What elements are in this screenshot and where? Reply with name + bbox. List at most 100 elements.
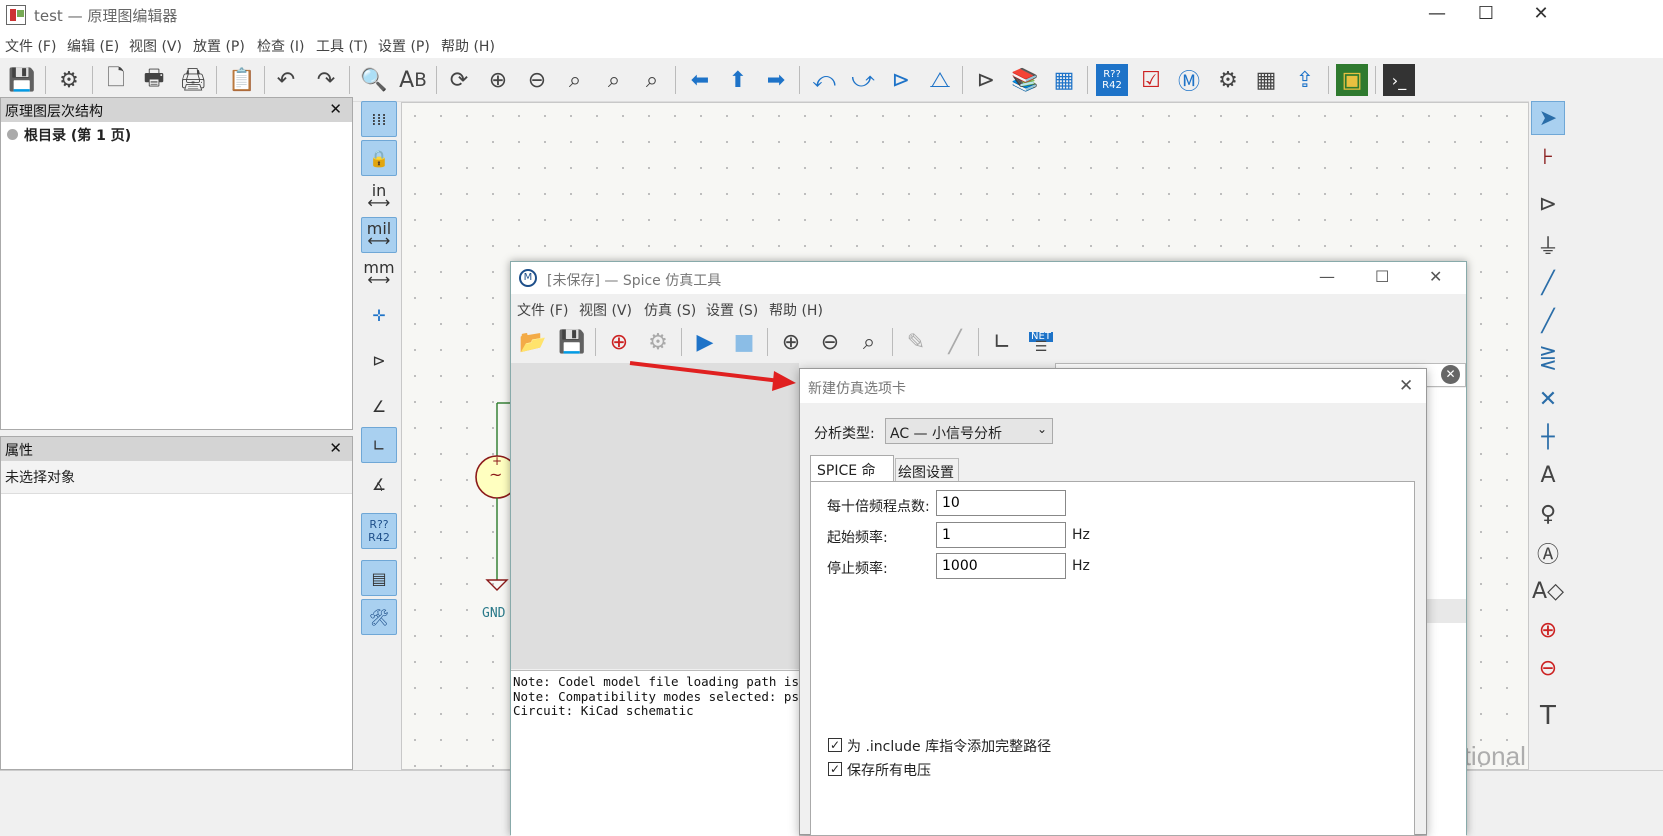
add-bus-icon[interactable]: ╱: [1531, 304, 1565, 338]
properties-close-icon[interactable]: ✕: [329, 439, 342, 457]
tab-plot-settings[interactable]: 绘图设置: [895, 458, 959, 482]
navigate-forward-icon[interactable]: ➡: [760, 64, 792, 96]
highlight-net-icon[interactable]: ⊦: [1531, 140, 1565, 174]
save-icon[interactable]: 💾: [6, 64, 38, 96]
add-label-icon[interactable]: A: [1531, 458, 1565, 492]
spice-zoom-out-icon[interactable]: ⊖: [814, 326, 846, 358]
undo-icon[interactable]: ↶: [270, 64, 302, 96]
grid-toggle-icon[interactable]: ⁞⁞⁞: [361, 101, 397, 137]
close-button[interactable]: ✕: [1513, 0, 1569, 30]
add-text-icon[interactable]: T: [1531, 699, 1565, 733]
assign-footprints-icon[interactable]: ⚙: [1212, 64, 1244, 96]
mirror-v-icon[interactable]: ⊳: [885, 64, 917, 96]
menu-help[interactable]: 帮助 (H): [441, 36, 495, 56]
netlist-icon[interactable]: NET ☰: [1025, 326, 1057, 358]
page-settings-icon[interactable]: 🗋: [100, 64, 132, 96]
schematic-setup-icon[interactable]: ⚙: [53, 64, 85, 96]
units-inch-button[interactable]: in ⟷: [361, 179, 397, 215]
tab-spice-command[interactable]: SPICE 命令: [810, 455, 894, 499]
run-simulation-icon[interactable]: ▶: [689, 326, 721, 358]
spice-zoom-fit-icon[interactable]: ⌕: [853, 326, 885, 358]
tune-icon[interactable]: ╱: [939, 326, 971, 358]
redo-icon[interactable]: ↷: [310, 64, 342, 96]
symbol-browser-icon[interactable]: 📚: [1009, 64, 1041, 96]
menu-file[interactable]: 文件 (F): [5, 36, 56, 56]
maximize-button[interactable]: ☐: [1458, 0, 1514, 30]
zoom-in-icon[interactable]: ⊕: [482, 64, 514, 96]
add-global-label-icon[interactable]: Ⓐ: [1531, 536, 1565, 570]
units-mil-button[interactable]: mil ⟷: [361, 217, 397, 253]
sim-settings-icon[interactable]: ⚙: [642, 326, 674, 358]
menu-place[interactable]: 放置 (P): [193, 36, 245, 56]
minimize-button[interactable]: —: [1409, 0, 1465, 30]
stop-simulation-icon[interactable]: ■: [728, 326, 760, 358]
probe-icon[interactable]: ✎: [900, 326, 932, 358]
add-power-icon[interactable]: ⏚: [1531, 228, 1565, 262]
line-mode-45-icon[interactable]: ∡: [361, 466, 397, 502]
paste-icon[interactable]: 📋: [226, 64, 258, 96]
hidden-pins-toggle-icon[interactable]: ⊳: [361, 342, 397, 378]
refresh-icon[interactable]: ⟳: [443, 64, 475, 96]
spice-menu-help[interactable]: 帮助 (H): [769, 300, 823, 320]
units-mm-button[interactable]: mm ⟷: [361, 256, 397, 292]
bom-table-icon[interactable]: ▦: [1250, 64, 1282, 96]
spice-menu-simulation[interactable]: 仿真 (S): [644, 300, 696, 320]
new-sim-tab-icon[interactable]: ⊕: [603, 326, 635, 358]
spice-minimize-button[interactable]: —: [1319, 267, 1335, 286]
zoom-objects-icon[interactable]: ⌕: [598, 64, 630, 96]
stop-frequency-input[interactable]: [936, 553, 1066, 579]
menu-tools[interactable]: 工具 (T): [316, 36, 368, 56]
annotate-icon[interactable]: R?? R42: [1096, 64, 1128, 96]
find-replace-icon[interactable]: AB: [397, 64, 429, 96]
zoom-out-icon[interactable]: ⊖: [521, 64, 553, 96]
dialog-close-button[interactable]: ✕: [1399, 376, 1413, 396]
menu-preferences[interactable]: 设置 (P): [378, 36, 430, 56]
line-mode-free-icon[interactable]: ∠: [361, 388, 397, 424]
spice-menu-view[interactable]: 视图 (V): [579, 300, 632, 320]
no-connect-icon[interactable]: ✕: [1531, 382, 1565, 416]
save-workbook-icon[interactable]: 💾: [556, 326, 588, 358]
start-frequency-input[interactable]: [936, 522, 1066, 548]
rotate-cw-icon[interactable]: ⤻: [847, 64, 879, 96]
cursor-style-icon[interactable]: ✛: [361, 297, 397, 333]
points-per-decade-input[interactable]: [936, 490, 1066, 516]
open-workbook-icon[interactable]: 📂: [517, 326, 549, 358]
spice-menu-preferences[interactable]: 设置 (S): [706, 300, 758, 320]
plot-icon[interactable]: 🖨: [177, 64, 209, 96]
rotate-ccw-icon[interactable]: ⤺: [808, 64, 840, 96]
add-symbol-icon[interactable]: ⊳: [1531, 187, 1565, 221]
pcb-editor-icon[interactable]: ▣: [1336, 64, 1368, 96]
erc-icon[interactable]: ☑: [1135, 64, 1167, 96]
menu-edit[interactable]: 编辑 (E): [67, 36, 119, 56]
spice-menu-file[interactable]: 文件 (F): [517, 300, 568, 320]
save-all-voltages-checkbox[interactable]: ✓: [828, 762, 842, 776]
analysis-type-select[interactable]: AC — 小信号分析 ⌄: [885, 418, 1053, 444]
print-icon[interactable]: 🖶: [138, 64, 170, 96]
import-sheet-pin-icon[interactable]: ⊖: [1531, 651, 1565, 685]
scripting-console-icon[interactable]: ›_: [1383, 64, 1415, 96]
find-icon[interactable]: 🔍: [358, 64, 390, 96]
bom-export-icon[interactable]: ⇪: [1289, 64, 1321, 96]
full-include-path-checkbox[interactable]: ✓: [828, 738, 842, 752]
select-tool-icon[interactable]: ➤: [1531, 101, 1565, 135]
clear-filter-icon[interactable]: ✕: [1441, 365, 1460, 384]
mirror-h-icon[interactable]: ⧍: [924, 64, 956, 96]
menu-view[interactable]: 视图 (V): [129, 36, 182, 56]
zoom-selection-icon[interactable]: ⌕: [636, 64, 668, 96]
spice-zoom-in-icon[interactable]: ⊕: [775, 326, 807, 358]
spice-maximize-button[interactable]: ☐: [1375, 267, 1389, 286]
add-netclass-flag-icon[interactable]: ♀: [1531, 497, 1565, 531]
spice-close-button[interactable]: ✕: [1429, 267, 1442, 286]
hidden-pins-icon[interactable]: 🔒: [361, 140, 397, 176]
add-junction-icon[interactable]: ┼: [1531, 420, 1565, 454]
simulator-icon[interactable]: Ⓜ: [1173, 64, 1205, 96]
hierarchy-close-icon[interactable]: ✕: [329, 100, 342, 118]
add-sheet-icon[interactable]: ⊕: [1531, 613, 1565, 647]
plot-axes-icon[interactable]: ∟: [986, 326, 1018, 358]
properties-panel-toggle-icon[interactable]: 🛠: [361, 599, 397, 635]
add-hier-label-icon[interactable]: A◇: [1531, 574, 1565, 608]
add-bus-entry-icon[interactable]: ⋛: [1531, 341, 1565, 375]
footprint-editor-icon[interactable]: ▦: [1048, 64, 1080, 96]
symbol-editor-icon[interactable]: ⊳: [970, 64, 1002, 96]
navigate-back-icon[interactable]: ⬅: [684, 64, 716, 96]
